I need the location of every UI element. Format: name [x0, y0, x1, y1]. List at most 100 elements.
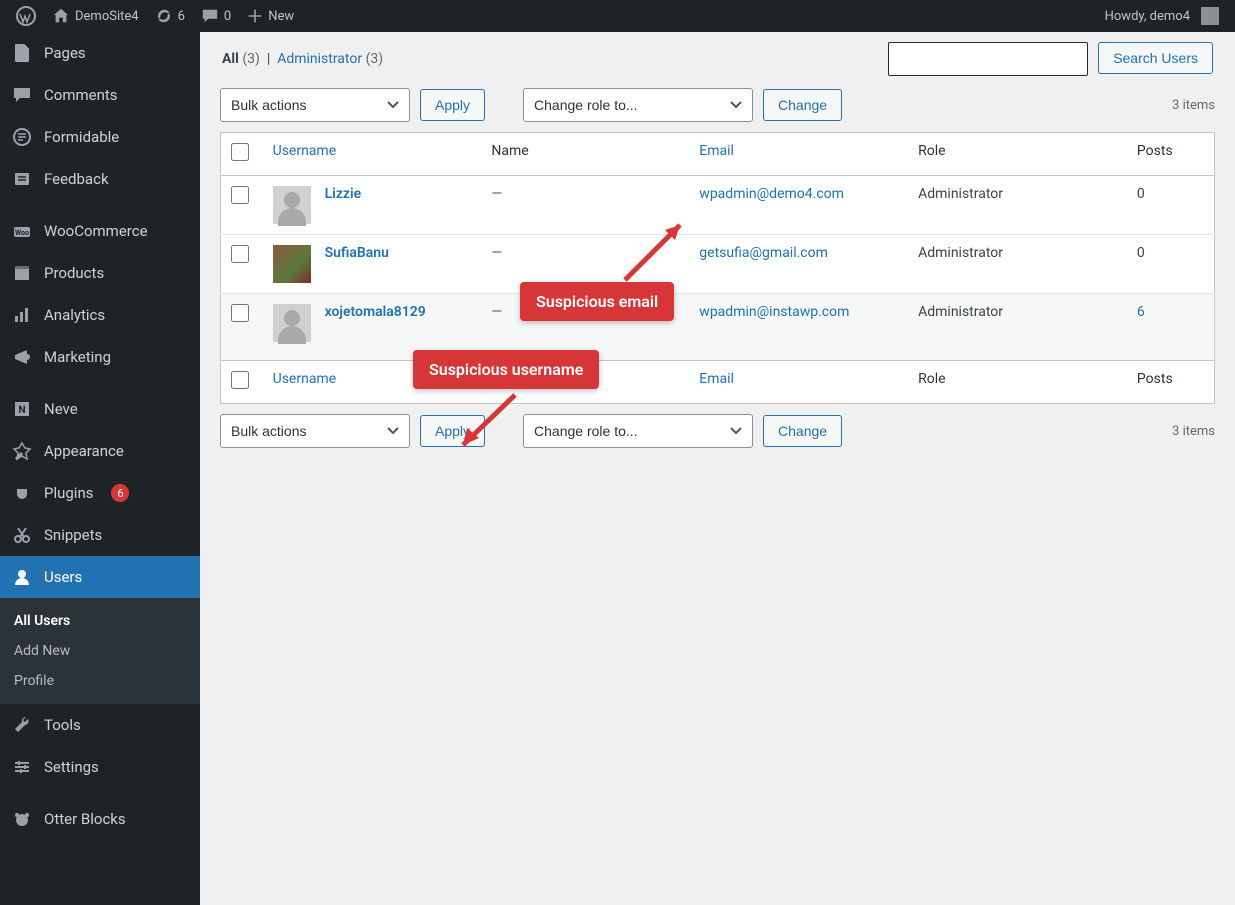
submenu-profile[interactable]: Profile: [0, 666, 200, 696]
arrow-username: [445, 390, 535, 460]
col-username-foot[interactable]: Username: [273, 371, 337, 387]
new-link[interactable]: New: [239, 0, 302, 32]
email-link[interactable]: getsufia@gmail.com: [699, 245, 828, 261]
sidebar-item-products[interactable]: Products: [0, 252, 200, 294]
email-link[interactable]: wpadmin@instawp.com: [699, 304, 849, 320]
comments-link[interactable]: 0: [193, 0, 239, 32]
row-checkbox[interactable]: [231, 245, 249, 263]
select-all-top[interactable]: [231, 143, 249, 161]
site-link[interactable]: DemoSite4: [44, 0, 147, 32]
sidebar-label: Users: [44, 568, 82, 586]
search-input[interactable]: [888, 42, 1088, 76]
form-icon: [12, 127, 32, 147]
username-link[interactable]: xojetomala8129: [325, 304, 426, 320]
col-email-foot[interactable]: Email: [699, 371, 734, 387]
howdy-link[interactable]: Howdy, demo4: [1097, 0, 1227, 32]
sidebar-item-pages[interactable]: Pages: [0, 32, 200, 74]
col-name: Name: [481, 133, 689, 176]
change-button-top[interactable]: Change: [763, 89, 842, 121]
filter-admin[interactable]: Administrator: [277, 51, 362, 67]
apply-button-top[interactable]: Apply: [420, 89, 485, 121]
callout-email: Suspicious email: [520, 282, 674, 321]
filter-admin-count: (3): [366, 51, 384, 67]
sidebar-item-comments[interactable]: Comments: [0, 74, 200, 116]
sidebar-item-neve[interactable]: NNeve: [0, 388, 200, 430]
user-role: Administrator: [908, 294, 1127, 361]
updates-link[interactable]: 6: [147, 0, 193, 32]
sidebar-item-snippets[interactable]: Snippets: [0, 514, 200, 556]
sidebar-item-otter[interactable]: Otter Blocks: [0, 798, 200, 840]
feedback-icon: [12, 169, 32, 189]
col-username[interactable]: Username: [273, 143, 337, 159]
svg-text:N: N: [18, 405, 25, 416]
new-label: New: [268, 9, 294, 24]
change-role-select-bottom[interactable]: Change role to...: [523, 414, 753, 448]
marketing-icon: [12, 347, 32, 367]
neve-icon: N: [12, 399, 32, 419]
comments-count: 0: [224, 9, 231, 24]
sidebar-label: Tools: [44, 716, 81, 734]
plugins-badge: 6: [111, 484, 129, 502]
sidebar-item-tools[interactable]: Tools: [0, 704, 200, 746]
avatar: [273, 304, 311, 342]
username-link[interactable]: SufiaBanu: [325, 245, 389, 261]
table-row: Lizzie — wpadmin@demo4.com Administrator…: [221, 176, 1215, 235]
sidebar-item-formidable[interactable]: Formidable: [0, 116, 200, 158]
callout-username: Suspicious username: [413, 350, 599, 389]
sidebar-item-plugins[interactable]: Plugins 6: [0, 472, 200, 514]
site-name: DemoSite4: [75, 9, 139, 24]
sidebar-item-appearance[interactable]: Appearance: [0, 430, 200, 472]
select-all-bottom[interactable]: [231, 371, 249, 389]
sidebar-item-marketing[interactable]: Marketing: [0, 336, 200, 378]
sidebar-item-woocommerce[interactable]: WooWooCommerce: [0, 210, 200, 252]
bulk-actions-select-bottom[interactable]: Bulk actions: [220, 414, 410, 448]
sidebar-label: Feedback: [44, 170, 109, 188]
filter-row: All (3) | Administrator (3) Search Users: [220, 32, 1215, 84]
sidebar-label: Marketing: [44, 348, 111, 366]
howdy-text: Howdy, demo4: [1105, 9, 1190, 24]
sidebar-item-feedback[interactable]: Feedback: [0, 158, 200, 200]
admin-sidebar: Pages Comments Formidable Feedback WooWo…: [0, 32, 200, 905]
page-icon: [12, 43, 32, 63]
filter-sep: |: [267, 51, 270, 67]
snippets-icon: [12, 525, 32, 545]
col-role-foot: Role: [908, 361, 1127, 404]
sidebar-label: Pages: [44, 44, 86, 62]
search-users-button[interactable]: Search Users: [1098, 42, 1213, 74]
content-area: All (3) | Administrator (3) Search Users…: [200, 32, 1235, 905]
avatar: [273, 245, 311, 283]
posts-link[interactable]: 6: [1137, 304, 1145, 320]
username-link[interactable]: Lizzie: [325, 186, 362, 202]
col-email[interactable]: Email: [699, 143, 734, 159]
sidebar-item-settings[interactable]: Settings: [0, 746, 200, 788]
user-posts: 0: [1127, 235, 1215, 294]
bottom-actions-row: Bulk actions Apply Change role to... Cha…: [220, 404, 1215, 458]
comment-icon: [12, 85, 32, 105]
sidebar-item-users[interactable]: Users: [0, 556, 200, 598]
sidebar-label: WooCommerce: [44, 222, 148, 240]
change-button-bottom[interactable]: Change: [763, 415, 842, 447]
submenu-all-users[interactable]: All Users: [0, 606, 200, 636]
sidebar-label: Plugins: [44, 484, 93, 502]
filter-all-count: (3): [242, 51, 260, 67]
email-link[interactable]: wpadmin@demo4.com: [699, 186, 844, 202]
submenu-add-new[interactable]: Add New: [0, 636, 200, 666]
appearance-icon: [12, 441, 32, 461]
change-role-select[interactable]: Change role to...: [523, 88, 753, 122]
row-checkbox[interactable]: [231, 186, 249, 204]
wp-logo[interactable]: [8, 0, 44, 32]
sidebar-label: Appearance: [44, 442, 124, 460]
col-role: Role: [908, 133, 1127, 176]
top-actions-row: Bulk actions Apply Change role to... Cha…: [220, 84, 1215, 132]
bulk-actions-select[interactable]: Bulk actions: [220, 88, 410, 122]
user-role: Administrator: [908, 235, 1127, 294]
items-count-top: 3 items: [1172, 98, 1215, 113]
admin-top-bar: DemoSite4 6 0 New Howdy, demo4: [0, 0, 1235, 32]
filter-all[interactable]: All: [222, 51, 239, 67]
analytics-icon: [12, 305, 32, 325]
sidebar-label: Settings: [44, 758, 99, 776]
user-name: —: [491, 186, 502, 202]
row-checkbox[interactable]: [231, 304, 249, 322]
table-row: xojetomala8129 — wpadmin@instawp.com Adm…: [221, 294, 1215, 361]
sidebar-item-analytics[interactable]: Analytics: [0, 294, 200, 336]
